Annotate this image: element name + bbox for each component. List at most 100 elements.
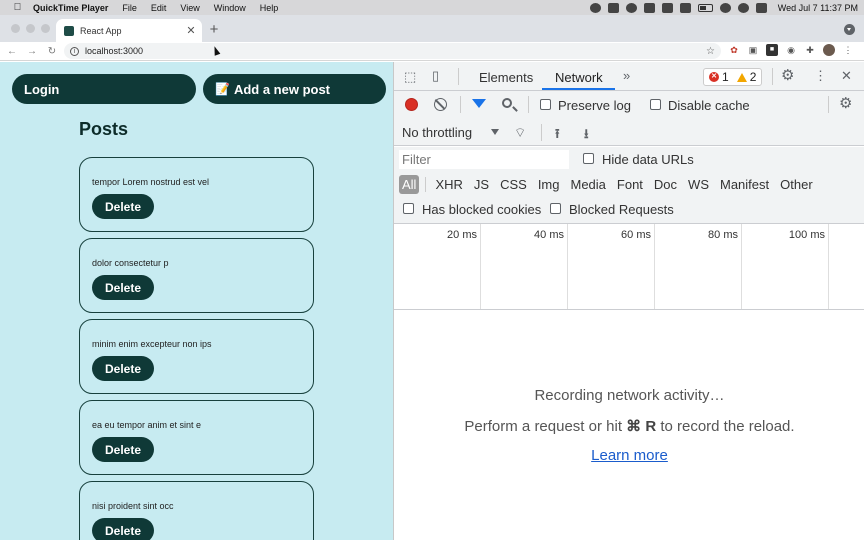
extension-icons: ✿ ▣ ■ ◉ ✚ ⋮	[728, 44, 854, 56]
network-filter-bar: Filter Hide data URLs All XHR JS CSS Img…	[394, 147, 864, 224]
site-info-icon[interactable]: i	[70, 46, 79, 56]
search-icon[interactable]	[502, 98, 512, 108]
back-icon[interactable]: ←	[2, 46, 22, 57]
settings-gear-icon[interactable]: ⚙	[781, 68, 794, 83]
add-post-button[interactable]: 📝 Add a new post	[203, 74, 386, 104]
recording-message: Recording network activity…	[534, 387, 725, 404]
disable-cache-checkbox[interactable]	[650, 99, 661, 110]
battery-icon[interactable]	[697, 3, 713, 12]
type-filter-manifest[interactable]: Manifest	[720, 177, 769, 192]
address-bar[interactable]: i localhost:3000 ☆	[64, 43, 721, 59]
close-window-icon[interactable]	[11, 24, 20, 33]
reload-hint-prefix: Perform a request or hit	[464, 418, 627, 435]
timeline-column: 100 ms	[742, 224, 829, 309]
profile-avatar[interactable]	[823, 44, 835, 56]
menu-window[interactable]: Window	[214, 3, 246, 13]
bookmark-star-icon[interactable]: ☆	[706, 46, 715, 57]
record-status-icon[interactable]	[589, 2, 601, 13]
type-filter-media[interactable]: Media	[570, 177, 605, 192]
throttling-select[interactable]: No throttling	[402, 125, 472, 140]
post-card: ea eu tempor anim et sint e Delete	[79, 400, 314, 475]
menu-file[interactable]: File	[122, 3, 137, 13]
more-tabs-icon[interactable]: »	[623, 69, 630, 82]
post-card: dolor consectetur p Delete	[79, 238, 314, 313]
type-filter-other[interactable]: Other	[780, 177, 813, 192]
delete-post-button[interactable]: Delete	[92, 275, 154, 300]
delete-post-button[interactable]: Delete	[92, 518, 154, 540]
zoom-window-icon[interactable]	[41, 24, 50, 33]
apple-icon[interactable]: 	[12, 2, 23, 13]
tab-search-icon[interactable]	[844, 24, 855, 35]
tab-network[interactable]: Network	[555, 70, 603, 85]
add-post-button-label: Add a new post	[233, 81, 331, 97]
extensions-puzzle-icon[interactable]: ✚	[804, 44, 816, 56]
type-filter-img[interactable]: Img	[538, 177, 560, 192]
export-har-icon[interactable]: ⭳	[584, 125, 589, 147]
delete-post-button[interactable]: Delete	[92, 356, 154, 381]
hide-data-urls-checkbox[interactable]	[583, 153, 594, 164]
tab-elements[interactable]: Elements	[479, 70, 533, 85]
network-conditions-icon[interactable]: ⌔	[514, 125, 526, 141]
keyboard-icon[interactable]	[679, 2, 691, 13]
delete-post-button[interactable]: Delete	[92, 194, 154, 219]
toolbar-divider	[528, 96, 529, 113]
network-toolbar: Preserve log Disable cache ⚙	[394, 91, 864, 118]
extension-info-icon[interactable]: ◉	[785, 44, 797, 56]
toolbar-divider	[458, 68, 459, 85]
network-empty-state: Recording network activity… Perform a re…	[394, 310, 864, 540]
minimize-window-icon[interactable]	[26, 24, 35, 33]
browser-tab[interactable]: React App ✕	[56, 19, 202, 42]
extension-dark-icon[interactable]: ■	[766, 44, 778, 56]
cloud-icon[interactable]	[607, 2, 619, 13]
spotlight-icon[interactable]	[737, 2, 749, 13]
browser-menu-icon[interactable]: ⋮	[842, 44, 854, 56]
menu-app-name[interactable]: QuickTime Player	[33, 3, 108, 13]
network-overview-timeline[interactable]: 20 ms 40 ms 60 ms 80 ms 100 ms	[394, 224, 864, 310]
menu-edit[interactable]: Edit	[151, 3, 167, 13]
type-filter-font[interactable]: Font	[617, 177, 643, 192]
type-filter-ws[interactable]: WS	[688, 177, 709, 192]
more-options-icon[interactable]: ⋮	[814, 69, 827, 82]
blocked-requests-checkbox[interactable]	[550, 203, 561, 214]
tab-title: React App	[80, 25, 122, 36]
has-blocked-cookies-checkbox[interactable]	[403, 203, 414, 214]
reload-icon[interactable]: ↻	[42, 46, 62, 57]
filter-input[interactable]: Filter	[399, 150, 569, 169]
extension-cast-icon[interactable]: ▣	[747, 44, 759, 56]
clear-icon[interactable]	[434, 98, 447, 111]
type-filter-all[interactable]: All	[399, 175, 420, 194]
menu-help[interactable]: Help	[260, 3, 279, 13]
extension-react-icon[interactable]: ✿	[728, 44, 740, 56]
inspect-element-icon[interactable]: ⬚	[404, 70, 416, 83]
learn-more-link[interactable]: Learn more	[394, 447, 864, 464]
app-status-icon[interactable]	[643, 2, 655, 13]
menubar-status-area: Wed Jul 7 11:37 PM	[589, 0, 858, 15]
device-toolbar-icon[interactable]: ▯	[432, 69, 439, 82]
close-devtools-icon[interactable]: ✕	[841, 69, 852, 82]
issues-counter[interactable]: ✕ 1 2	[703, 68, 762, 86]
type-filter-doc[interactable]: Doc	[654, 177, 677, 192]
at-icon[interactable]	[625, 2, 637, 13]
network-settings-gear-icon[interactable]: ⚙	[839, 96, 852, 111]
menubar-clock[interactable]: Wed Jul 7 11:37 PM	[778, 3, 858, 13]
new-tab-icon[interactable]: +	[207, 21, 221, 38]
font-icon[interactable]	[661, 2, 673, 13]
url-text[interactable]: localhost:3000	[85, 46, 706, 56]
devtools-tabbar: ⬚ ▯ Elements Network » ✕ 1 2 ⚙ ⋮ ✕	[394, 62, 864, 91]
filter-icon[interactable]	[472, 99, 486, 108]
preserve-log-checkbox[interactable]	[540, 99, 551, 110]
forward-icon[interactable]: →	[22, 46, 42, 57]
control-center-icon[interactable]	[755, 2, 767, 13]
tab-close-icon[interactable]: ✕	[184, 24, 198, 37]
type-filter-css[interactable]: CSS	[500, 177, 527, 192]
menu-view[interactable]: View	[180, 3, 199, 13]
chevron-down-icon[interactable]	[491, 129, 499, 135]
delete-post-button[interactable]: Delete	[92, 437, 154, 462]
record-icon[interactable]	[405, 98, 418, 111]
import-har-icon[interactable]: ⭱	[555, 125, 560, 147]
hide-data-urls-label: Hide data URLs	[602, 152, 694, 167]
type-filter-xhr[interactable]: XHR	[435, 177, 462, 192]
login-button[interactable]: Login	[12, 74, 196, 104]
type-filter-js[interactable]: JS	[474, 177, 489, 192]
wifi-icon[interactable]	[719, 2, 731, 13]
